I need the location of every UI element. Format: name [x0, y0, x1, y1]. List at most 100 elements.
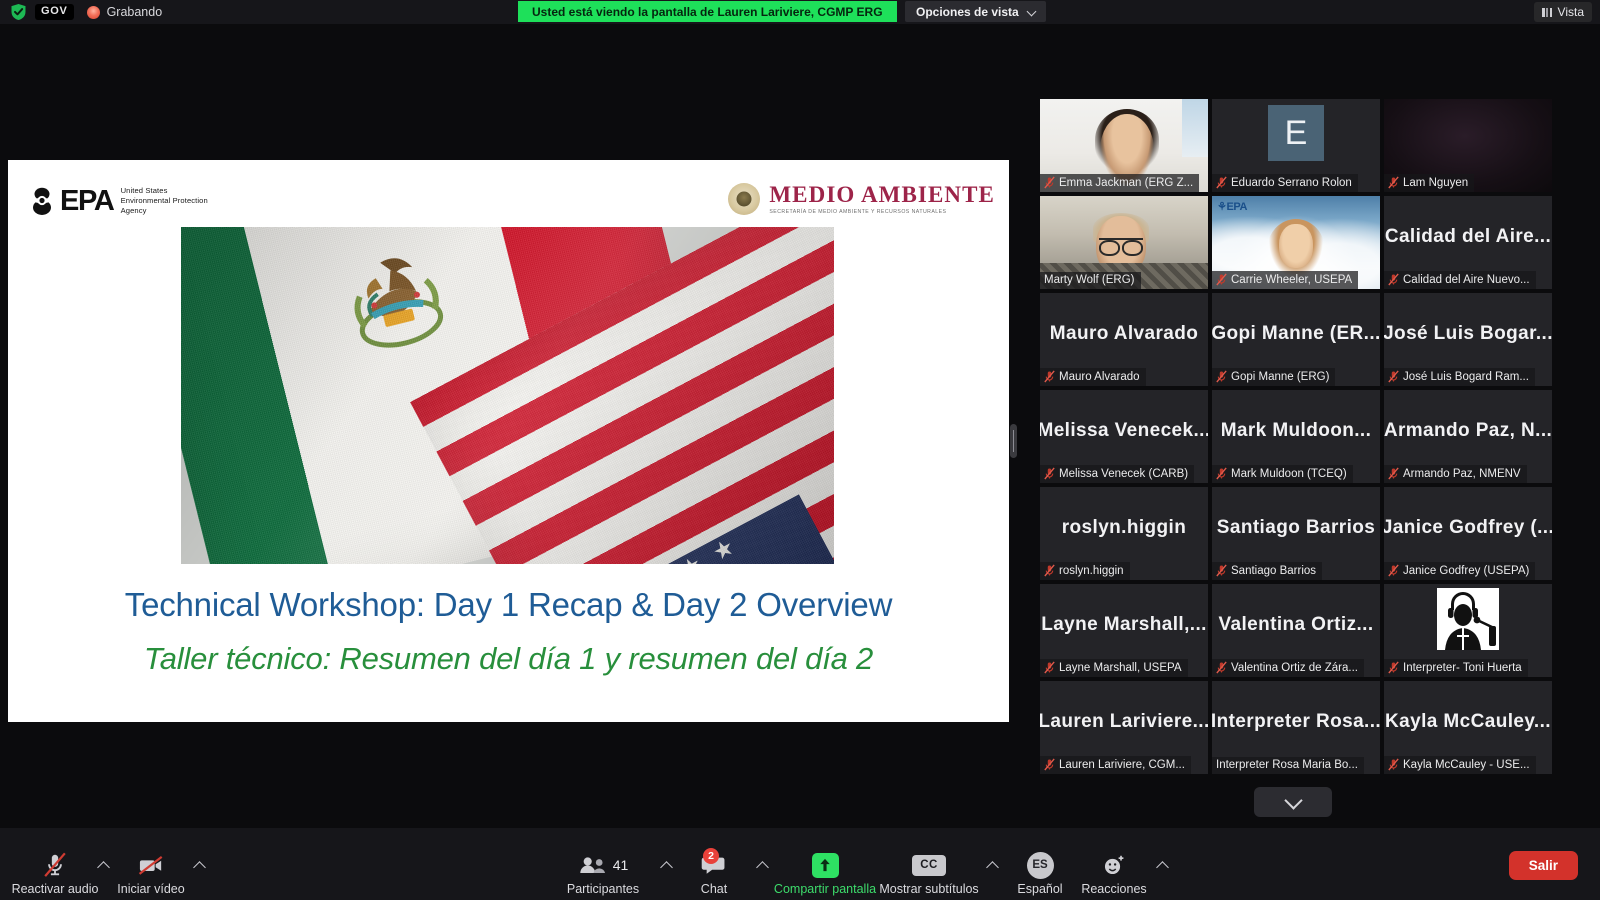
shield-check-icon: [10, 3, 27, 21]
top-bar-left-group: GOV Grabando: [0, 3, 162, 21]
epa-seal-icon: [28, 186, 56, 216]
mexico-national-seal-icon: [728, 183, 761, 215]
participant-namebar: Valentina Ortiz de Zára...: [1212, 659, 1364, 677]
participant-namebar: Eduardo Serrano Rolon: [1212, 174, 1358, 192]
participant-tile[interactable]: Interpreter Rosa... Interpreter Rosa Mari…: [1212, 681, 1380, 774]
participant-name: Lauren Lariviere, CGM...: [1059, 758, 1185, 771]
participant-name: Interpreter Rosa Maria Bo...: [1216, 759, 1358, 771]
participant-name-placeholder: Mark Muldoon...: [1220, 419, 1372, 441]
participant-tile[interactable]: Janice Godfrey (... Janice Godfrey (USEPA…: [1384, 487, 1552, 580]
participant-name: Armando Paz, NMENV: [1403, 467, 1521, 480]
microphone-muted-icon: [1388, 564, 1399, 577]
participant-name-placeholder: roslyn.higgin: [1061, 516, 1187, 538]
microphone-muted-icon: [1044, 467, 1055, 480]
participant-name: Calidad del Aire Nuevo...: [1403, 273, 1530, 286]
epa-line-1: United States: [120, 186, 168, 196]
epa-agency-name: United States Environmental Protection A…: [121, 186, 208, 215]
camera-off-icon: [137, 850, 165, 880]
participant-tile[interactable]: Santiago Barrios Santiago Barrios: [1212, 487, 1380, 580]
microphone-muted-icon: [1044, 661, 1055, 674]
gallery-row: Melissa Venecek... Melissa Venecek (CARB)…: [1040, 390, 1552, 483]
gallery-scroll-down-button[interactable]: [1254, 787, 1332, 817]
participant-name: Santiago Barrios: [1231, 564, 1317, 577]
participant-tile[interactable]: Valentina Ortiz... Valentina Ortiz de Zár…: [1212, 584, 1380, 677]
shared-screen-area[interactable]: EPA United States Environmental Protecti…: [8, 160, 1009, 722]
language-code: ES: [1026, 851, 1054, 879]
unmute-audio-button[interactable]: Reactivar audio: [12, 842, 98, 896]
reactions-button[interactable]: Reacciones: [1077, 842, 1151, 896]
view-button[interactable]: Vista: [1533, 2, 1592, 22]
participant-namebar: Melissa Venecek (CARB): [1040, 465, 1195, 483]
participant-tile[interactable]: Layne Marshall,... Layne Marshall, USEPA: [1040, 584, 1208, 677]
participant-name-placeholder: Santiago Barrios: [1216, 516, 1376, 538]
leave-meeting-button[interactable]: Salir: [1508, 851, 1578, 880]
recording-dot-icon: [86, 5, 100, 19]
chevron-down-icon: [1028, 7, 1037, 16]
gallery-row: roslyn.higgin roslyn.higgin Santiago Barri…: [1040, 487, 1552, 580]
participant-tile[interactable]: Mark Muldoon... Mark Muldoon (TCEQ): [1212, 390, 1380, 483]
participant-tile[interactable]: E Eduardo Serrano Rolon: [1212, 99, 1380, 192]
participant-tile[interactable]: José Luis Bogar... José Luis Bogard Ram..…: [1384, 293, 1552, 386]
participant-name: Marty Wolf (ERG): [1044, 274, 1135, 286]
participant-tile[interactable]: Calidad del Aire... Calidad del Aire Nuev…: [1384, 196, 1552, 289]
participants-options-chevron-up-icon[interactable]: [655, 850, 677, 896]
participant-namebar: José Luis Bogard Ram...: [1384, 368, 1535, 386]
participants-button[interactable]: 41 Participantes: [551, 842, 655, 896]
participant-tile[interactable]: Marty Wolf (ERG): [1040, 196, 1208, 289]
participant-name-placeholder: Layne Marshall,...: [1041, 613, 1207, 635]
microphone-muted-icon: [1216, 467, 1227, 480]
share-screen-button[interactable]: Compartir pantalla: [773, 842, 877, 896]
participant-name-placeholder: Lauren Lariviere...: [1040, 710, 1208, 732]
recording-indicator[interactable]: Grabando: [86, 5, 163, 19]
participant-namebar: Armando Paz, NMENV: [1384, 465, 1527, 483]
interpreter-headset-icon: [1437, 588, 1499, 650]
microphone-muted-icon: [1216, 661, 1227, 674]
cc-label: CC: [912, 854, 946, 876]
participant-name-placeholder: Gopi Manne (ER...: [1212, 322, 1380, 344]
panel-resize-handle-icon[interactable]: [1010, 424, 1017, 458]
audio-options-chevron-up-icon[interactable]: [92, 850, 114, 896]
recording-label: Grabando: [106, 5, 163, 19]
mexico-coat-of-arms-icon: [323, 227, 466, 363]
participant-tile[interactable]: Lam Nguyen: [1384, 99, 1552, 192]
microphone-muted-icon: [1388, 370, 1399, 383]
show-captions-button[interactable]: CC Mostrar subtítulos: [877, 842, 981, 896]
participant-tile[interactable]: Armando Paz, N... Armando Paz, NMENV: [1384, 390, 1552, 483]
participant-tile[interactable]: Mauro Alvarado Mauro Alvarado: [1040, 293, 1208, 386]
view-options-button[interactable]: Opciones de vista: [905, 1, 1046, 22]
microphone-muted-icon: [1044, 564, 1055, 577]
participant-name: Mark Muldoon (TCEQ): [1231, 467, 1347, 480]
participant-namebar: Carrie Wheeler, USEPA: [1212, 271, 1359, 289]
microphone-muted-icon: [1044, 176, 1055, 189]
meeting-toolbar: Reactivar audio Iniciar vídeo 41 Partici…: [0, 828, 1600, 900]
participant-namebar: Santiago Barrios: [1212, 562, 1323, 580]
participants-label: Participantes: [566, 882, 640, 896]
participant-tile[interactable]: Melissa Venecek... Melissa Venecek (CARB): [1040, 390, 1208, 483]
chat-options-chevron-up-icon[interactable]: [751, 850, 773, 896]
gallery-row: Lauren Lariviere... Lauren Lariviere, CGM…: [1040, 681, 1552, 774]
participant-tile[interactable]: Kayla McCauley... Kayla McCauley - USE...: [1384, 681, 1552, 774]
zoom-meeting-window: GOV Grabando Usted está viendo la pantal…: [0, 0, 1600, 900]
participant-name-placeholder: Calidad del Aire...: [1384, 225, 1552, 247]
participant-name-placeholder: Mauro Alvarado: [1049, 322, 1199, 344]
participant-tile[interactable]: Interpreter- Toni Huerta: [1384, 584, 1552, 677]
grid-view-icon: [1541, 7, 1552, 17]
closed-caption-icon: CC: [912, 850, 946, 880]
video-options-chevron-up-icon[interactable]: [188, 850, 210, 896]
participant-gallery: Emma Jackman (ERG Z... E Eduardo Serrano R…: [1040, 99, 1552, 785]
view-button-label: Vista: [1557, 5, 1584, 19]
captions-options-chevron-up-icon[interactable]: [981, 850, 1003, 896]
semarnat-tagline: SECRETARÍA DE MEDIO AMBIENTE Y RECURSOS …: [769, 209, 947, 215]
participant-tile[interactable]: ⚘EPA Carrie Wheeler, USEPA: [1212, 196, 1380, 289]
reactions-options-chevron-up-icon[interactable]: [1151, 850, 1173, 896]
participant-namebar: Interpreter- Toni Huerta: [1384, 659, 1528, 677]
start-video-button[interactable]: Iniciar vídeo: [114, 842, 188, 896]
language-interpretation-button[interactable]: ES Español: [1003, 842, 1077, 896]
participant-tile[interactable]: Gopi Manne (ER... Gopi Manne (ERG): [1212, 293, 1380, 386]
chat-button[interactable]: 2 Chat: [677, 842, 751, 896]
semarnat-logo: MEDIO AMBIENTE SECRETARÍA DE MEDIO AMBIE…: [728, 183, 995, 215]
participant-tile[interactable]: roslyn.higgin roslyn.higgin: [1040, 487, 1208, 580]
participant-tile[interactable]: Emma Jackman (ERG Z...: [1040, 99, 1208, 192]
participant-tile[interactable]: Lauren Lariviere... Lauren Lariviere, CGM…: [1040, 681, 1208, 774]
participant-name: Melissa Venecek (CARB): [1059, 467, 1189, 480]
